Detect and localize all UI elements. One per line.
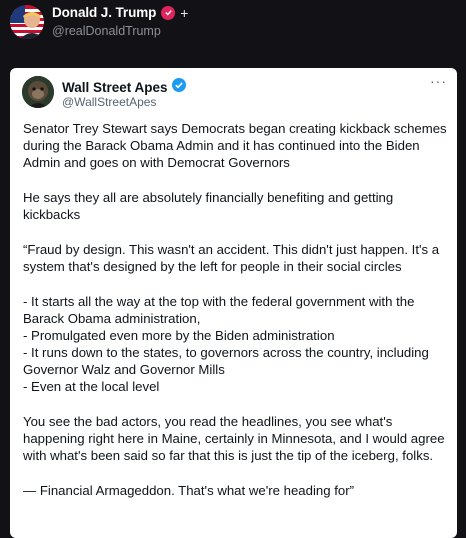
author-handle[interactable]: @realDonaldTrump	[52, 24, 161, 38]
verified-check-icon	[171, 78, 186, 97]
bullet-item: - Even at the local level	[23, 379, 160, 394]
post-header: Donald J. Trump + @realDonaldTrump	[0, 0, 466, 60]
quoted-post-card[interactable]: Wall Street Apes @WallStreetApes ··· Sen…	[10, 68, 457, 538]
author-name[interactable]: Donald J. Trump	[52, 5, 156, 20]
avatar[interactable]	[10, 5, 44, 39]
paragraph: Senator Trey Stewart says Democrats bega…	[23, 121, 447, 170]
plus-icon[interactable]: +	[180, 6, 188, 20]
quoted-author-handle[interactable]: @WallStreetApes	[62, 95, 156, 109]
bullet-item: - It runs down to the states, to governo…	[23, 345, 429, 377]
paragraph: “Fraud by design. This wasn't an acciden…	[23, 242, 440, 274]
paragraph: You see the bad actors, you read the hea…	[23, 414, 445, 463]
quoted-post-text: Senator Trey Stewart says Democrats bega…	[23, 120, 451, 517]
bullet-item: - Promulgated even more by the Biden adm…	[23, 328, 335, 343]
paragraph: — Financial Armageddon. That's what we'r…	[23, 483, 354, 498]
quoted-avatar[interactable]	[22, 76, 54, 108]
bullet-list: - It starts all the way at the top with …	[23, 293, 451, 395]
more-options-icon[interactable]: ···	[430, 74, 447, 88]
bullet-item: - It starts all the way at the top with …	[23, 294, 415, 326]
verified-badge-icon	[161, 5, 176, 20]
paragraph: He says they all are absolutely financia…	[23, 190, 394, 222]
quoted-author-name[interactable]: Wall Street Apes	[62, 80, 168, 95]
